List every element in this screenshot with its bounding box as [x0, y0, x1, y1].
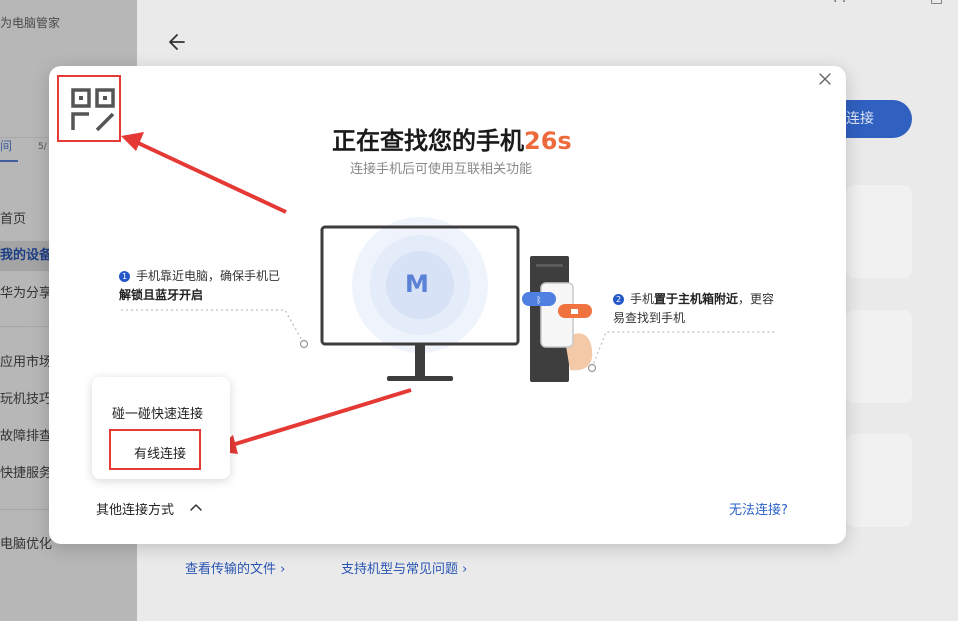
sidebar-tab-active[interactable]: 间 — [0, 137, 12, 154]
device-card — [846, 310, 912, 403]
close-icon[interactable] — [818, 72, 832, 86]
back-arrow-icon[interactable] — [168, 32, 188, 52]
dialog-title: 正在查找您的手机26s — [332, 121, 572, 156]
view-transferred-files-link[interactable]: 查看传输的文件 › — [185, 558, 285, 577]
sidebar-tab-underline — [0, 160, 18, 162]
minimize-icon[interactable]: — — [882, 0, 896, 6]
step2-hint: 2 手机置于主机箱附近，更容 易查找到手机 — [613, 290, 774, 328]
app-title: 为电脑管家 — [0, 16, 61, 30]
step1-text-bold: 解锁且蓝牙开启 — [119, 288, 204, 302]
step2-number: 2 — [613, 294, 624, 305]
maximize-icon[interactable]: □ — [930, 0, 943, 6]
step1-hint: 1 手机靠近电脑，确保手机已 解锁且蓝牙开启 — [119, 267, 280, 305]
dialog-title-text: 正在查找您的手机 — [332, 127, 524, 155]
step2-text-bold: 置于主机箱附近 — [654, 292, 739, 306]
device-card — [846, 185, 912, 278]
step2-text-tail: ，更容 — [738, 292, 775, 306]
qr-annotation-box — [57, 75, 121, 142]
more-icon[interactable]: · · — [833, 0, 846, 10]
tap-connect-option[interactable]: 碰一碰快速连接 — [112, 403, 203, 422]
other-ways-toggle[interactable]: 其他连接方式 — [96, 499, 174, 518]
supported-models-faq-link[interactable]: 支持机型与常见问题 › — [341, 558, 467, 577]
wired-annotation-box — [109, 429, 201, 470]
monitor-logo: M — [405, 270, 429, 298]
device-card — [846, 434, 912, 527]
step1-text: 手机靠近电脑，确保手机已 — [136, 269, 281, 283]
step1-number: 1 — [119, 271, 130, 282]
sidebar-tab-other[interactable]: 5/ — [38, 142, 47, 152]
chevron-up-icon[interactable] — [190, 503, 202, 511]
step2-text: 手机 — [630, 292, 655, 306]
step2-text-line2: 易查找到手机 — [613, 311, 686, 325]
cant-connect-link[interactable]: 无法连接? — [729, 499, 788, 518]
countdown-timer: 26s — [524, 127, 572, 155]
dialog-subtitle: 连接手机后可使用互联相关功能 — [350, 162, 533, 177]
